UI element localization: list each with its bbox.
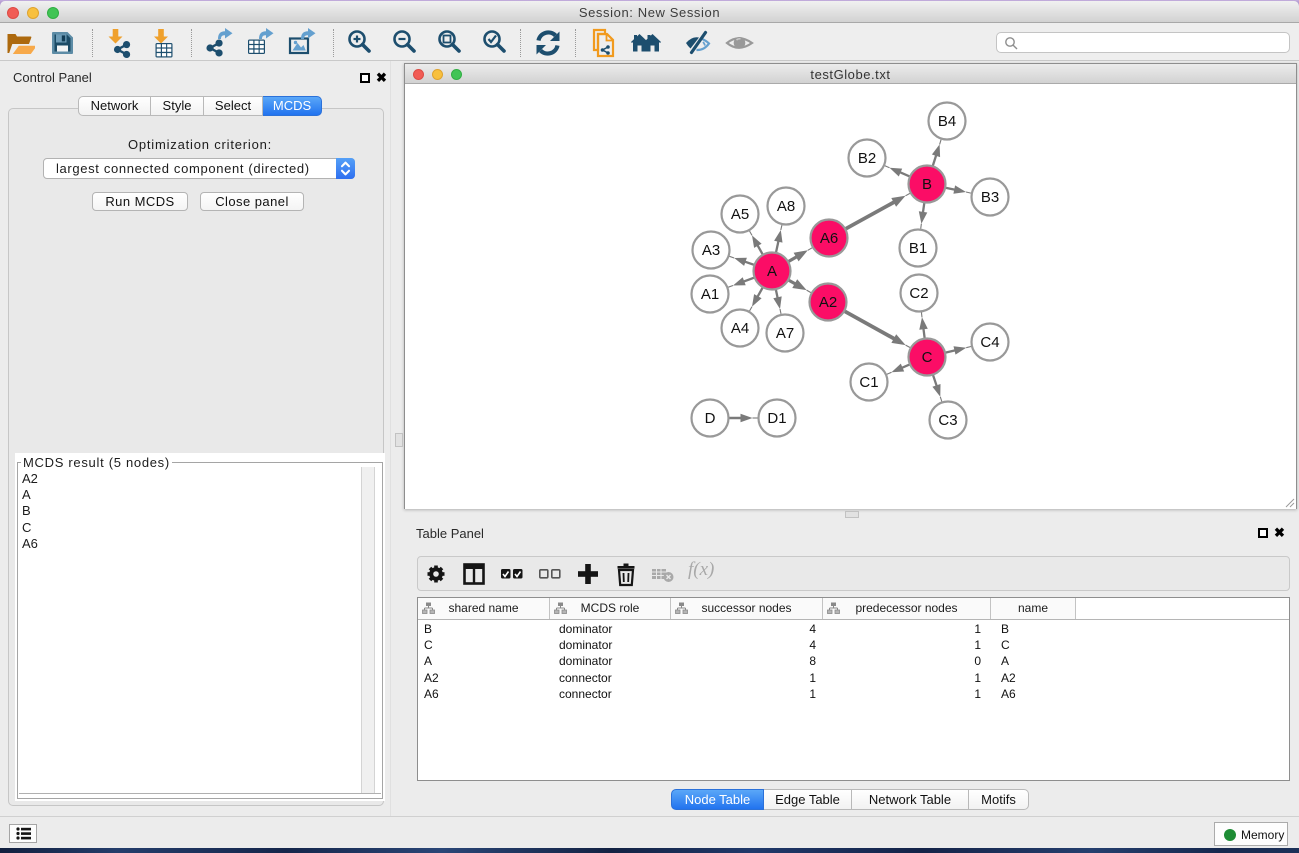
svg-text:C3: C3 [938, 412, 957, 429]
svg-text:D1: D1 [767, 410, 786, 427]
svg-text:D: D [705, 410, 716, 427]
svg-text:B2: B2 [858, 150, 876, 167]
svg-text:B1: B1 [909, 240, 927, 257]
svg-text:A: A [767, 263, 777, 280]
svg-text:A2: A2 [819, 294, 837, 311]
svg-text:C4: C4 [980, 334, 999, 351]
svg-text:B: B [922, 176, 932, 193]
svg-text:A3: A3 [702, 242, 720, 259]
svg-text:C2: C2 [909, 285, 928, 302]
svg-text:A5: A5 [731, 206, 749, 223]
svg-text:A4: A4 [731, 320, 749, 337]
svg-text:C1: C1 [859, 374, 878, 391]
svg-text:A6: A6 [820, 230, 838, 247]
svg-text:B4: B4 [938, 113, 956, 130]
svg-text:B3: B3 [981, 189, 999, 206]
svg-text:A8: A8 [777, 198, 795, 215]
svg-text:C: C [922, 349, 933, 366]
svg-text:A7: A7 [776, 325, 794, 342]
svg-text:A1: A1 [701, 286, 719, 303]
